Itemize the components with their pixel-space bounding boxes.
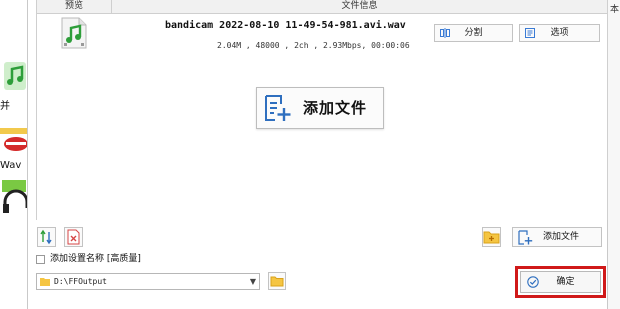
table-row[interactable]: bandicam 2022-08-10 11-49-54-981.avi.wav… [37, 14, 607, 52]
header-preview: 预览 [37, 0, 112, 13]
file-name: bandicam 2022-08-10 11-49-54-981.avi.wav [165, 20, 406, 31]
delete-file-icon [67, 229, 80, 245]
add-file-large-button[interactable]: 添加文件 [256, 87, 384, 129]
add-file-icon [264, 94, 292, 122]
file-table: 预览 文件信息 bandicam 2022-08-10 11-49-54-981… [36, 0, 608, 53]
browse-folder-button[interactable] [268, 272, 286, 290]
split-label: 分割 [464, 28, 483, 38]
output-path: D:\FFOutput [54, 277, 107, 286]
bg-label-wav: Wav [0, 160, 22, 171]
lips-icon [0, 128, 27, 156]
music-icon [0, 60, 27, 92]
add-folder-button[interactable] [482, 227, 501, 247]
bg-right-text: 本 [609, 5, 619, 15]
convert-dialog: 预览 文件信息 bandicam 2022-08-10 11-49-54-981… [27, 0, 608, 309]
rename-checkbox[interactable] [36, 255, 45, 264]
remove-file-button[interactable] [64, 227, 83, 247]
add-file-large-label: 添加文件 [303, 99, 368, 117]
add-folder-icon [483, 231, 500, 244]
add-file-small-icon [518, 230, 533, 245]
background-app-panel: 并 Wav [0, 0, 28, 309]
headphones-icon [0, 180, 27, 214]
add-file-label: 添加文件 [543, 232, 580, 242]
folder-icon [40, 278, 50, 286]
ok-button[interactable]: 确定 [520, 271, 601, 293]
file-meta: 2.04M , 48000 , 2ch , 2.93Mbps, 00:00:06 [217, 41, 410, 50]
options-button[interactable]: 选项 [519, 24, 600, 42]
options-label: 选项 [550, 28, 569, 38]
header-file-info: 文件信息 [341, 1, 378, 11]
open-folder-icon [270, 276, 284, 287]
file-drop-area[interactable]: 添加文件 [36, 52, 608, 220]
move-up-down-button[interactable] [37, 227, 56, 247]
bg-label-merge: 并 [0, 101, 10, 112]
table-header: 预览 文件信息 [37, 0, 607, 14]
output-folder-select[interactable]: D:\FFOutput ▼ [36, 273, 260, 290]
add-file-button[interactable]: 添加文件 [512, 227, 602, 247]
ok-label: 确定 [556, 277, 575, 287]
sort-icon [40, 229, 52, 245]
chevron-down-icon: ▼ [249, 277, 256, 286]
audio-file-icon [59, 17, 89, 49]
rename-label: 添加设置名称 [高质量] [50, 254, 141, 264]
split-button[interactable]: 分割 [434, 24, 513, 42]
